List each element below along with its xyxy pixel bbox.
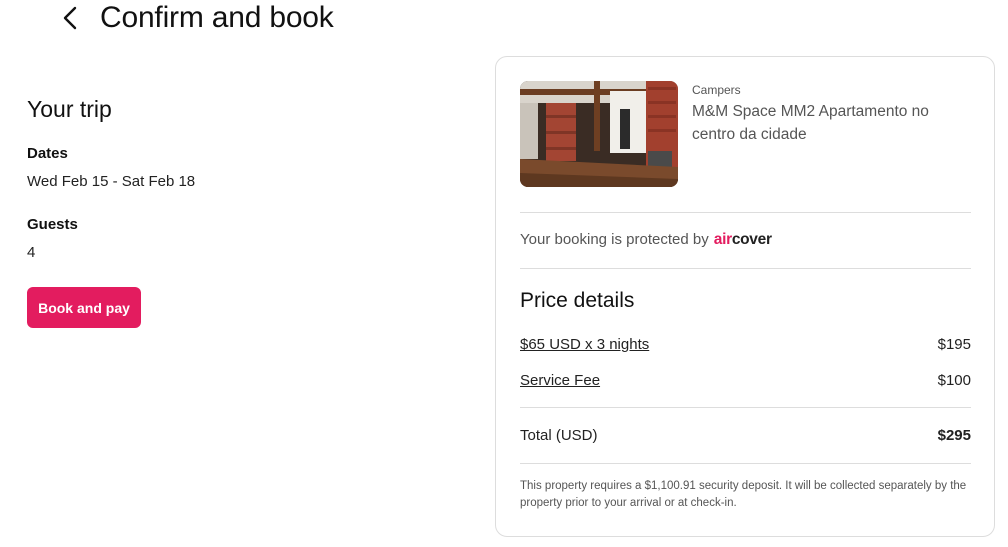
booking-summary-card: Campers M&M Space MM2 Apartamento no cen… [495, 56, 995, 537]
aircover-logo: aircover [713, 231, 772, 248]
page-title: Confirm and book [100, 1, 334, 34]
service-fee-amount: $100 [937, 372, 971, 389]
total-amount: $295 [937, 427, 971, 444]
price-details-heading: Price details [520, 289, 635, 312]
trip-section: Your trip Dates Wed Feb 15 - Sat Feb 18 … [27, 94, 447, 328]
service-fee-link[interactable]: Service Fee [520, 371, 600, 391]
page-header: Confirm and book [62, 0, 334, 36]
total-label: Total (USD) [520, 427, 598, 444]
chevron-left-icon [63, 6, 77, 30]
price-row-service-fee: Service Fee $100 [520, 371, 971, 391]
listing-name: M&M Space MM2 Apartamento no centro da c… [692, 103, 929, 143]
nights-price-link[interactable]: $65 USD x 3 nights [520, 335, 649, 355]
divider [520, 463, 971, 464]
back-button[interactable] [62, 4, 84, 32]
dates-value: Wed Feb 15 - Sat Feb 18 [27, 173, 196, 190]
book-and-pay-button[interactable]: Book and pay [27, 287, 141, 328]
protection-text: Your booking is protected by [520, 231, 709, 248]
divider [520, 268, 971, 269]
price-row-nights: $65 USD x 3 nights $195 [520, 335, 971, 355]
security-deposit-note: This property requires a $1,100.91 secur… [520, 480, 967, 509]
aircover-protection: Your booking is protected by aircover [520, 229, 772, 251]
trip-heading: Your trip [27, 96, 112, 122]
guests-value: 4 [27, 244, 36, 261]
listing-details: Campers M&M Space MM2 Apartamento no cen… [692, 81, 962, 187]
listing-photo [520, 81, 678, 187]
listing-summary: Campers M&M Space MM2 Apartamento no cen… [520, 81, 962, 187]
price-row-total: Total (USD) $295 [520, 426, 971, 446]
guests-label: Guests [27, 216, 78, 233]
divider [520, 212, 971, 213]
nights-amount: $195 [937, 336, 971, 353]
dates-label: Dates [27, 145, 68, 162]
listing-type: Campers [692, 83, 741, 97]
divider [520, 407, 971, 408]
